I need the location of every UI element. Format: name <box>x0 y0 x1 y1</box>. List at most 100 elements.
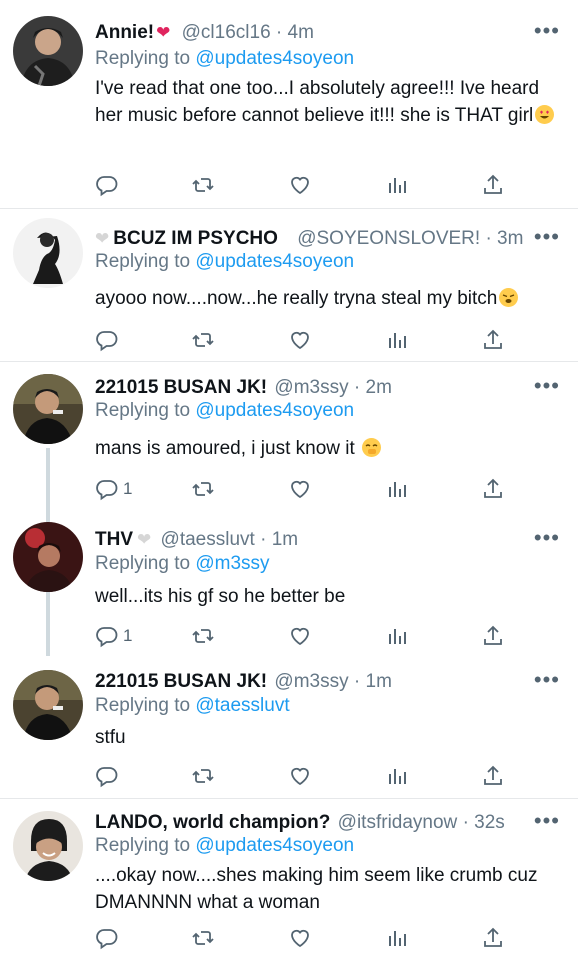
like-icon <box>291 767 309 786</box>
reply-button[interactable] <box>95 925 123 951</box>
replying-to-handle[interactable]: @taessluvt <box>195 695 289 716</box>
tweet[interactable]: THV ❤ @taessluvt · 1m ••• Replying to @m3… <box>0 515 578 655</box>
replying-to-label: Replying to <box>95 48 191 69</box>
timestamp[interactable]: · 2m <box>354 377 392 398</box>
timestamp[interactable]: · 3m <box>485 228 523 249</box>
reply-button[interactable] <box>95 172 123 198</box>
reply-button[interactable] <box>95 327 123 353</box>
share-button[interactable] <box>481 476 505 502</box>
timestamp[interactable]: · 4m <box>276 22 314 43</box>
reply-icon <box>96 929 118 950</box>
share-icon <box>484 765 502 785</box>
like-button[interactable] <box>288 623 312 649</box>
replying-to-handle[interactable]: @updates4soyeon <box>195 48 354 69</box>
more-options-icon[interactable]: ••• <box>534 375 560 397</box>
like-icon <box>291 929 309 948</box>
tweet-text: mans is amoured, i just know it <box>95 435 558 462</box>
analytics-button[interactable] <box>385 763 409 789</box>
analytics-button[interactable] <box>385 623 409 649</box>
reply-button[interactable]: 1 <box>95 623 132 649</box>
replying-to-handle[interactable]: @updates4soyeon <box>195 400 354 421</box>
avatar[interactable] <box>13 374 83 444</box>
display-name[interactable]: BCUZ IM PSYCHO <box>113 228 278 249</box>
retweet-button[interactable] <box>191 327 215 353</box>
more-options-icon[interactable]: ••• <box>534 527 560 549</box>
tweet-header: 221015 BUSAN JK! @m3ssy · 1m <box>95 669 538 695</box>
tweet[interactable]: 221015 BUSAN JK! @m3ssy · 2m ••• Replyin… <box>0 362 578 512</box>
avatar[interactable] <box>13 522 83 592</box>
like-button[interactable] <box>288 172 312 198</box>
display-name[interactable]: Annie! <box>95 22 154 43</box>
like-button[interactable] <box>288 925 312 951</box>
share-button[interactable] <box>481 623 505 649</box>
tweet[interactable]: Annie! ❤ @cl16cl16 · 4m ••• Replying to @… <box>0 0 578 208</box>
share-button[interactable] <box>481 925 505 951</box>
user-handle[interactable]: @taessluvt <box>161 529 255 550</box>
more-options-icon[interactable]: ••• <box>534 669 560 691</box>
avatar[interactable] <box>13 811 83 881</box>
like-icon <box>291 331 309 350</box>
more-options-icon[interactable]: ••• <box>534 20 560 42</box>
replying-to-label: Replying to <box>95 400 191 421</box>
replying-to-handle[interactable]: @updates4soyeon <box>195 835 354 856</box>
retweet-button[interactable] <box>191 763 215 789</box>
share-button[interactable] <box>481 763 505 789</box>
replying-to-label: Replying to <box>95 695 191 716</box>
replying-to-handle[interactable]: @updates4soyeon <box>195 251 354 272</box>
tweet-actions <box>0 925 578 951</box>
share-button[interactable] <box>481 327 505 353</box>
replying-to-label: Replying to <box>95 251 191 272</box>
tweet-text-content: I've read that one too...I absolutely ag… <box>95 78 540 126</box>
heart-eyes-emoji <box>535 105 555 124</box>
retweet-button[interactable] <box>191 172 215 198</box>
retweet-button[interactable] <box>191 925 215 951</box>
tweet-text: ayooo now....now...he really tryna steal… <box>95 285 558 312</box>
analytics-icon <box>389 629 406 644</box>
replying-to: Replying to @updates4soyeon <box>95 398 354 424</box>
display-name[interactable]: 221015 BUSAN JK! <box>95 377 267 398</box>
reply-button[interactable]: 1 <box>95 476 132 502</box>
more-options-icon[interactable]: ••• <box>534 810 560 832</box>
like-icon <box>291 480 309 499</box>
display-name[interactable]: THV <box>95 529 133 550</box>
share-button[interactable] <box>481 172 505 198</box>
tweet-text: I've read that one too...I absolutely ag… <box>95 75 558 129</box>
tweet-actions <box>0 172 578 198</box>
user-handle[interactable]: @m3ssy <box>274 377 348 398</box>
like-button[interactable] <box>288 763 312 789</box>
timestamp[interactable]: · 1m <box>354 671 392 692</box>
reply-icon <box>96 767 118 788</box>
reply-count: 1 <box>123 626 133 645</box>
retweet-button[interactable] <box>191 623 215 649</box>
analytics-icon <box>389 482 406 497</box>
analytics-button[interactable] <box>385 172 409 198</box>
timestamp[interactable]: · 32s <box>463 812 505 833</box>
timestamp[interactable]: · 1m <box>260 529 298 550</box>
share-icon <box>484 927 502 947</box>
retweet-icon <box>192 482 214 496</box>
more-options-icon[interactable]: ••• <box>534 226 560 248</box>
user-handle[interactable]: @cl16cl16 <box>182 22 271 43</box>
retweet-button[interactable] <box>191 476 215 502</box>
user-handle[interactable]: @SOYEONSLOVER! <box>297 228 480 249</box>
white-heart-icon: ❤ <box>95 229 110 248</box>
reply-button[interactable] <box>95 763 123 789</box>
like-button[interactable] <box>288 476 312 502</box>
avatar[interactable] <box>13 16 83 86</box>
tweet[interactable]: ❤ BCUZ IM PSYCHO @SOYEONSLOVER! · 3m ••• … <box>0 209 578 361</box>
display-name[interactable]: 221015 BUSAN JK! <box>95 671 267 692</box>
tweet[interactable]: 221015 BUSAN JK! @m3ssy · 1m ••• Replyin… <box>0 660 578 798</box>
tweet[interactable]: LANDO, world champion? @itsfridaynow · 3… <box>0 799 578 960</box>
display-name[interactable]: LANDO, world champion? <box>95 812 330 833</box>
analytics-button[interactable] <box>385 327 409 353</box>
user-handle[interactable]: @m3ssy <box>274 671 348 692</box>
analytics-button[interactable] <box>385 476 409 502</box>
avatar[interactable] <box>13 670 83 740</box>
tweet-text: stfu <box>95 727 126 748</box>
replying-to-handle[interactable]: @m3ssy <box>195 553 269 574</box>
like-button[interactable] <box>288 327 312 353</box>
avatar[interactable] <box>13 218 83 288</box>
red-heart-icon: ❤ <box>156 23 171 42</box>
user-handle[interactable]: @itsfridaynow <box>338 812 458 833</box>
analytics-button[interactable] <box>385 925 409 951</box>
